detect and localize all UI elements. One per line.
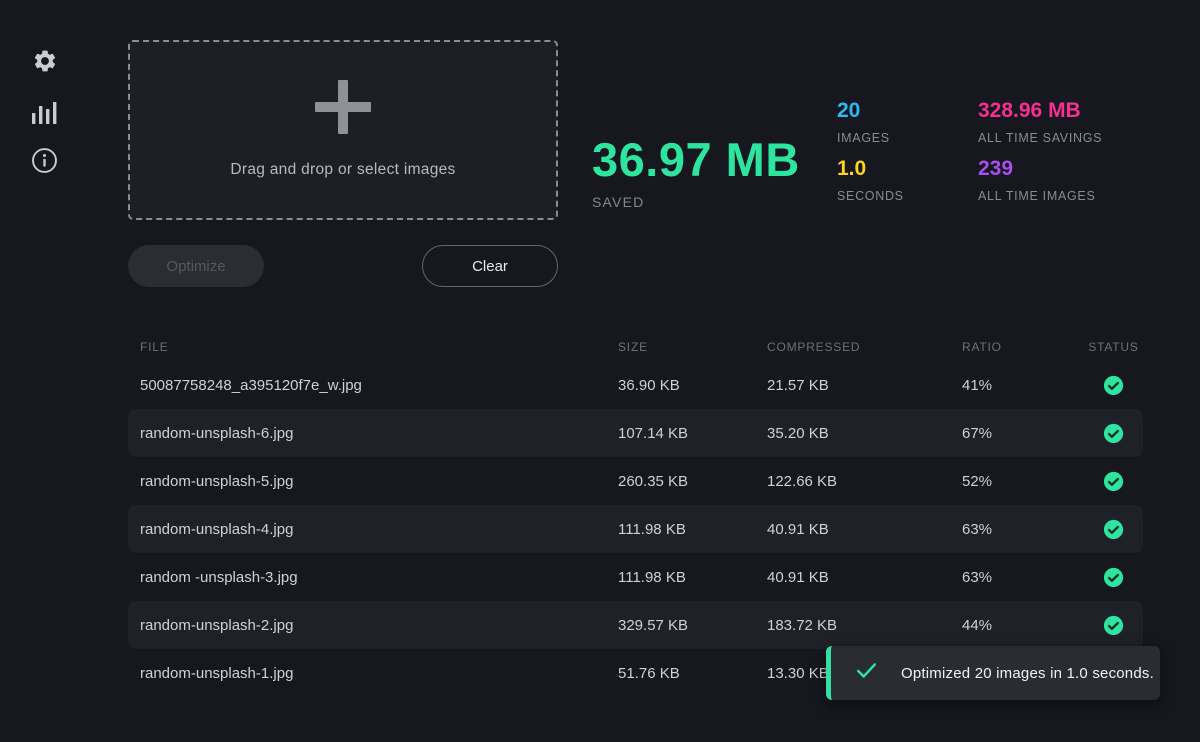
table-row: random-unsplash-6.jpg 107.14 KB 35.20 KB…	[128, 409, 1143, 457]
stat-block: 1.0 SECONDS	[837, 157, 904, 203]
file-size: 260.35 KB	[618, 473, 767, 490]
info-icon	[31, 147, 58, 174]
header-compressed: COMPRESSED	[767, 340, 962, 354]
file-compressed: 21.57 KB	[767, 377, 962, 394]
gear-icon	[32, 48, 58, 74]
status-cell	[1084, 519, 1143, 540]
file-size: 36.90 KB	[618, 377, 767, 394]
file-compressed: 35.20 KB	[767, 425, 962, 442]
table-row: random-unsplash-4.jpg 111.98 KB 40.91 KB…	[128, 505, 1143, 553]
optimize-button[interactable]: Optimize	[128, 245, 264, 287]
file-name: random-unsplash-6.jpg	[140, 425, 618, 442]
stat-value: 328.96 MB	[978, 99, 1102, 123]
success-check-icon	[1103, 375, 1124, 396]
stats-column-alltime: 328.96 MB ALL TIME SAVINGS 239 ALL TIME …	[978, 99, 1102, 203]
status-cell	[1084, 567, 1143, 588]
file-name: random-unsplash-4.jpg	[140, 521, 618, 538]
sidebar-item-statistics[interactable]	[31, 97, 58, 124]
success-check-icon	[1103, 615, 1124, 636]
file-ratio: 63%	[962, 569, 1084, 586]
file-size: 111.98 KB	[618, 569, 767, 586]
saved-label: SAVED	[592, 194, 800, 210]
saved-value: 36.97 MB	[592, 136, 800, 183]
sidebar	[0, 0, 90, 742]
stat-label: SECONDS	[837, 189, 904, 203]
file-ratio: 63%	[962, 521, 1084, 538]
file-compressed: 40.91 KB	[767, 569, 962, 586]
file-compressed: 183.72 KB	[767, 617, 962, 634]
sidebar-item-settings[interactable]	[31, 47, 58, 74]
stats-column-session: 20 IMAGES 1.0 SECONDS	[837, 99, 904, 203]
file-name: 50087758248_a395120f7e_w.jpg	[140, 377, 618, 394]
bar-chart-icon	[31, 97, 58, 125]
header-ratio: RATIO	[962, 340, 1084, 354]
saved-summary: 36.97 MB SAVED	[592, 136, 800, 210]
file-name: random-unsplash-2.jpg	[140, 617, 618, 634]
toast-message: Optimized 20 images in 1.0 seconds.	[901, 665, 1154, 682]
file-size: 51.76 KB	[618, 665, 767, 682]
toast-notification: Optimized 20 images in 1.0 seconds.	[826, 646, 1160, 700]
table-row: random-unsplash-5.jpg 260.35 KB 122.66 K…	[128, 457, 1143, 505]
file-name: random-unsplash-5.jpg	[140, 473, 618, 490]
stat-value: 1.0	[837, 157, 904, 181]
file-ratio: 52%	[962, 473, 1084, 490]
file-ratio: 67%	[962, 425, 1084, 442]
stat-block: 20 IMAGES	[837, 99, 904, 145]
plus-icon	[315, 80, 371, 134]
stat-block: 328.96 MB ALL TIME SAVINGS	[978, 99, 1102, 145]
image-dropzone[interactable]: Drag and drop or select images	[128, 40, 558, 220]
success-check-icon	[1103, 519, 1124, 540]
check-icon	[856, 662, 877, 684]
stat-value: 20	[837, 99, 904, 123]
file-compressed: 40.91 KB	[767, 521, 962, 538]
stat-block: 239 ALL TIME IMAGES	[978, 157, 1102, 203]
success-check-icon	[1103, 567, 1124, 588]
table-header: FILE SIZE COMPRESSED RATIO STATUS	[128, 333, 1143, 361]
status-cell	[1084, 471, 1143, 492]
file-ratio: 44%	[962, 617, 1084, 634]
status-cell	[1084, 615, 1143, 636]
file-size: 329.57 KB	[618, 617, 767, 634]
status-cell	[1084, 423, 1143, 444]
file-name: random-unsplash-1.jpg	[140, 665, 618, 682]
file-size: 111.98 KB	[618, 521, 767, 538]
dropzone-label: Drag and drop or select images	[230, 161, 455, 179]
status-cell	[1084, 375, 1143, 396]
header-size: SIZE	[618, 340, 767, 354]
file-ratio: 41%	[962, 377, 1084, 394]
file-size: 107.14 KB	[618, 425, 767, 442]
file-compressed: 122.66 KB	[767, 473, 962, 490]
header-status: STATUS	[1084, 340, 1143, 354]
file-name: random -unsplash-3.jpg	[140, 569, 618, 586]
success-check-icon	[1103, 423, 1124, 444]
table-row: random -unsplash-3.jpg 111.98 KB 40.91 K…	[128, 553, 1143, 601]
table-row: random-unsplash-2.jpg 329.57 KB 183.72 K…	[128, 601, 1143, 649]
sidebar-item-about[interactable]	[31, 147, 58, 174]
header-file: FILE	[140, 340, 618, 354]
stat-value: 239	[978, 157, 1102, 181]
file-table: FILE SIZE COMPRESSED RATIO STATUS 500877…	[128, 333, 1143, 697]
stat-label: ALL TIME SAVINGS	[978, 131, 1102, 145]
stat-label: ALL TIME IMAGES	[978, 189, 1102, 203]
stat-label: IMAGES	[837, 131, 904, 145]
table-row: 50087758248_a395120f7e_w.jpg 36.90 KB 21…	[128, 361, 1143, 409]
clear-button[interactable]: Clear	[422, 245, 558, 287]
success-check-icon	[1103, 471, 1124, 492]
